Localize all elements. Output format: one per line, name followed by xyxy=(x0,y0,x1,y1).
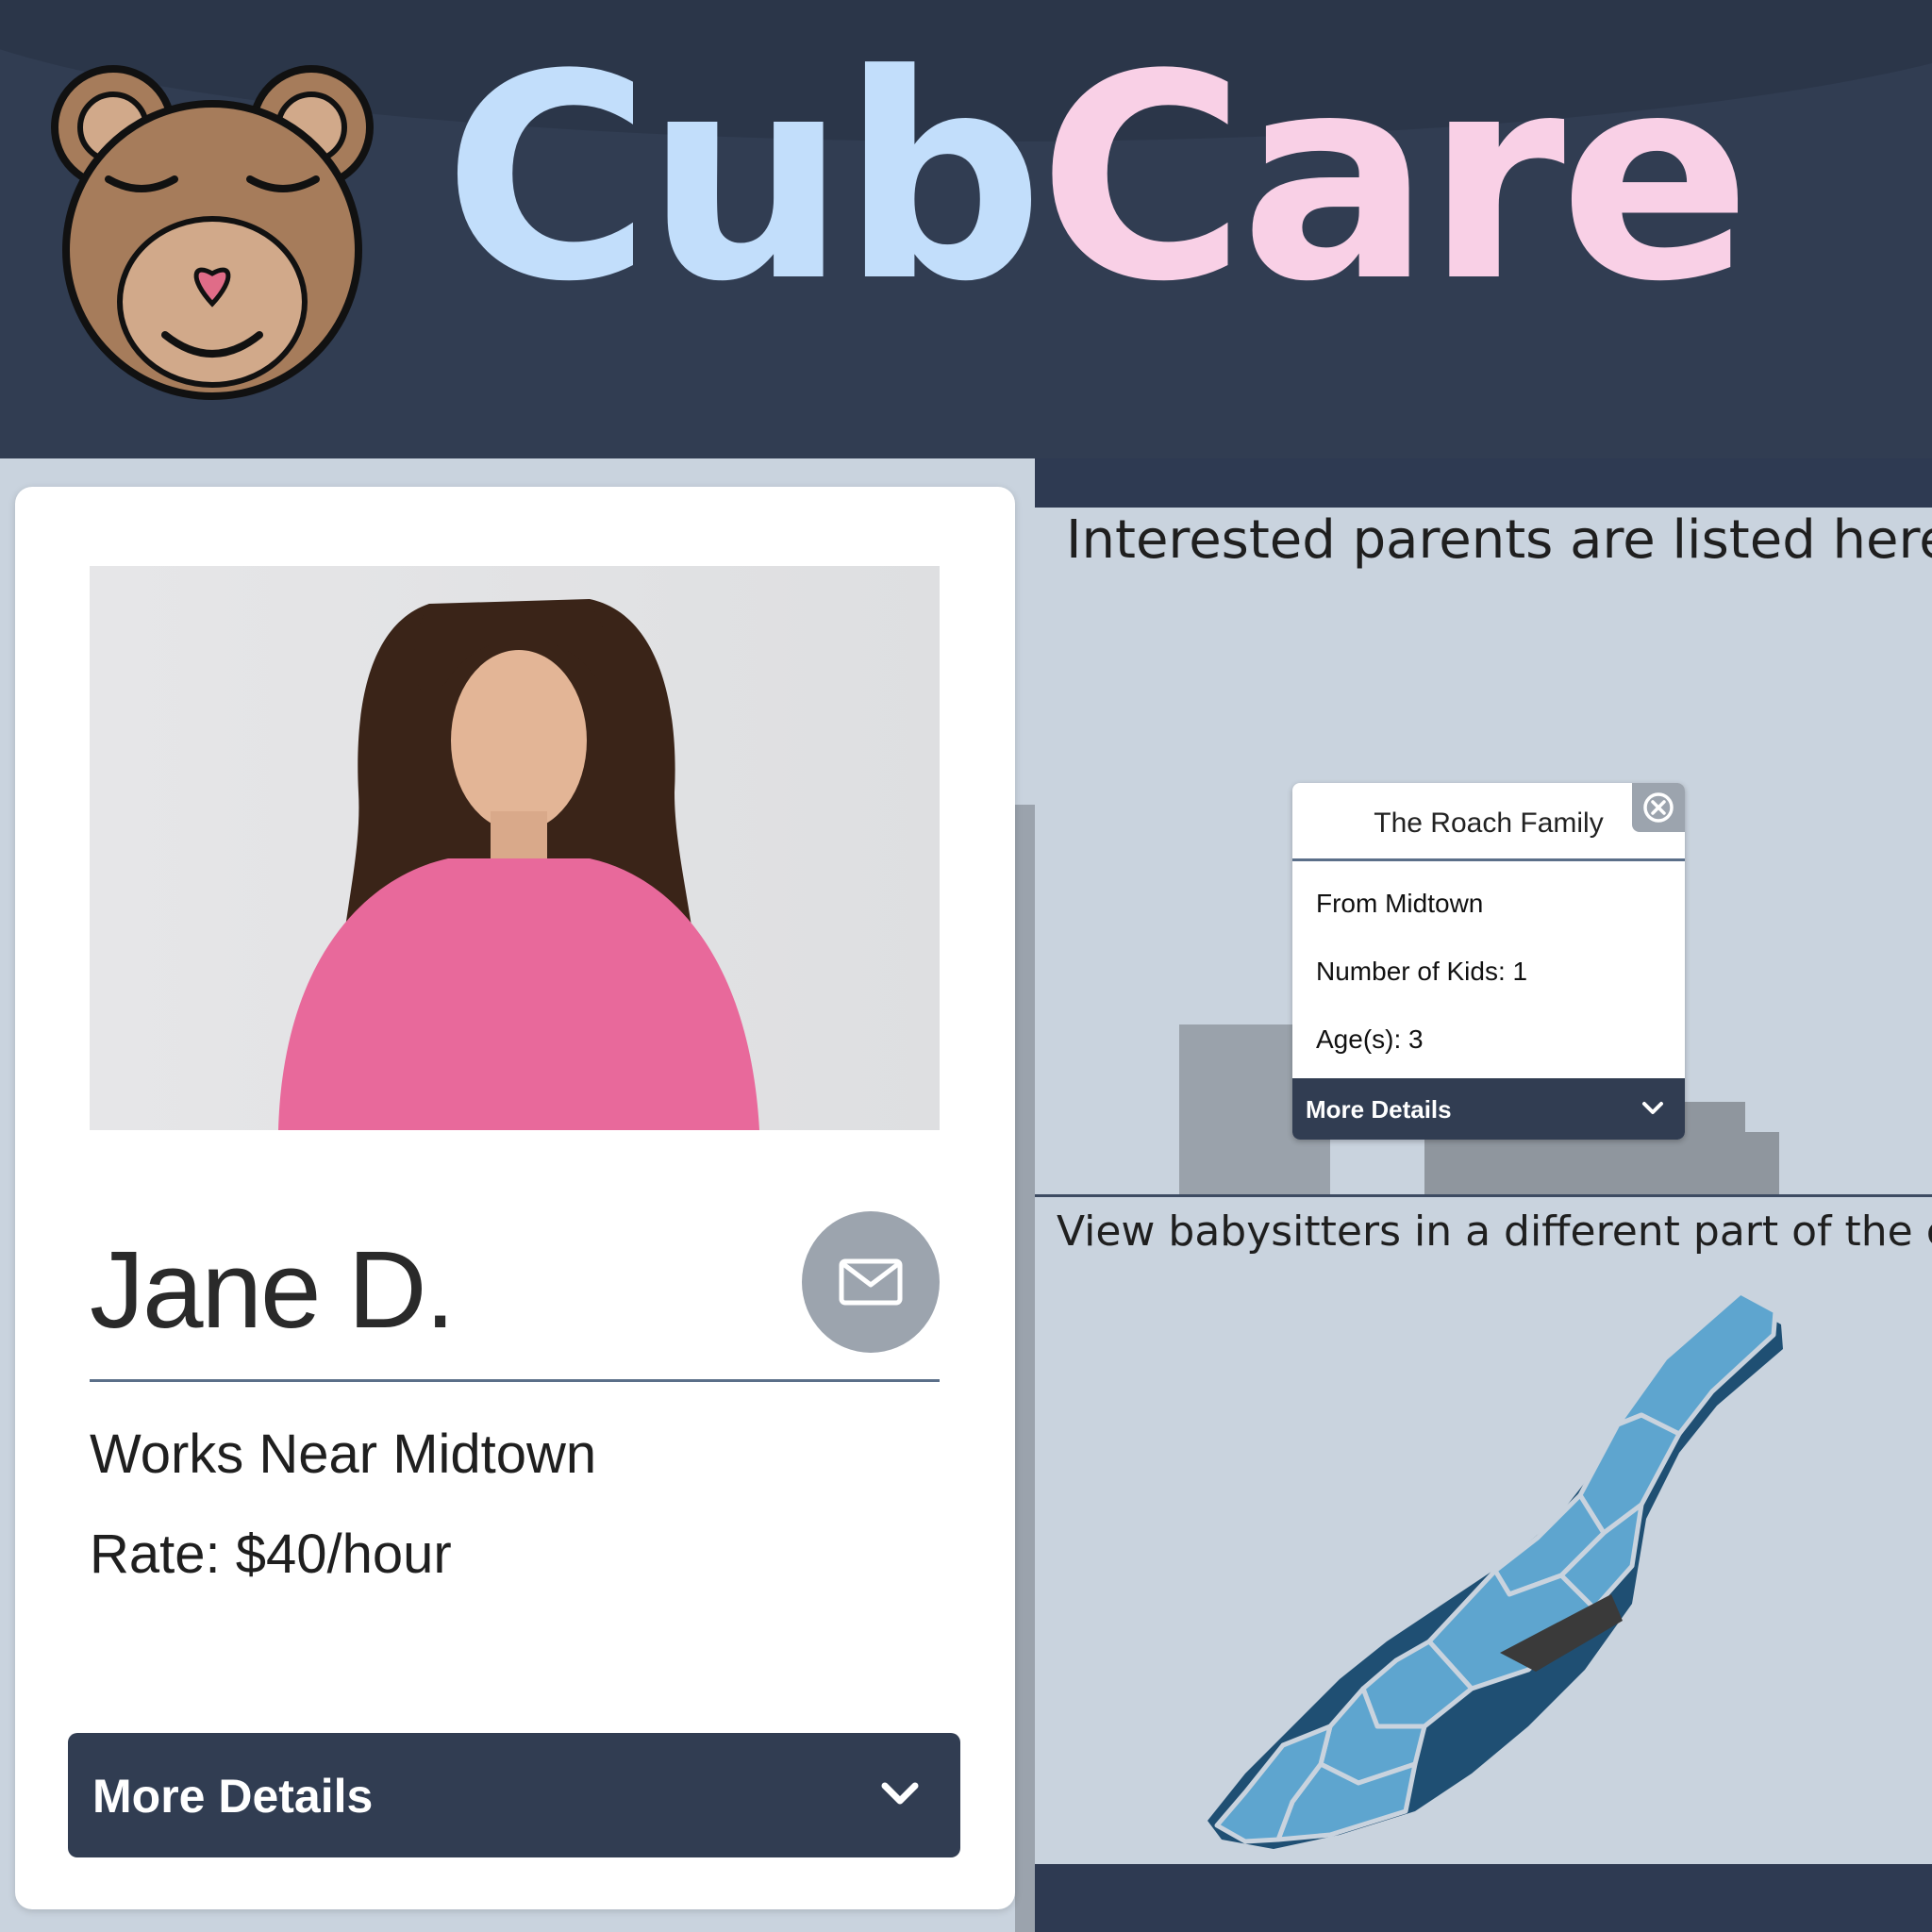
building-silhouette xyxy=(1679,1102,1745,1140)
parent-popup: The Roach Family From Midtown Number of … xyxy=(1292,783,1685,1140)
building-silhouette xyxy=(1424,1132,1779,1194)
manhattan-map[interactable] xyxy=(1189,1283,1792,1849)
more-details-label: More Details xyxy=(92,1770,374,1823)
popup-title: The Roach Family xyxy=(1374,808,1604,839)
bear-logo-icon xyxy=(51,65,374,400)
map-heading: View babysitters in a different part of … xyxy=(1057,1208,1932,1256)
brand-care: Care xyxy=(1038,14,1752,343)
sitter-location: Works Near Midtown xyxy=(90,1424,597,1485)
popup-divider xyxy=(1292,858,1685,861)
sitter-name: Jane D. xyxy=(90,1228,456,1351)
section-divider xyxy=(1035,1194,1932,1197)
person-portrait-icon xyxy=(278,599,759,1130)
popup-kids: Number of Kids: 1 xyxy=(1316,957,1528,986)
popup-more-details-label: More Details xyxy=(1306,1095,1452,1124)
brand-cub: Cub xyxy=(443,14,1043,343)
sitter-photo xyxy=(90,566,940,1130)
map-neighborhoods xyxy=(1214,1290,1778,1844)
chevron-down-icon xyxy=(1642,1102,1663,1114)
popup-close-button[interactable] xyxy=(1632,783,1685,832)
popup-more-details-button[interactable]: More Details xyxy=(1292,1078,1685,1140)
popup-from: From Midtown xyxy=(1316,889,1484,918)
sitter-more-details-button[interactable]: More Details xyxy=(68,1733,960,1857)
contact-button[interactable] xyxy=(802,1211,940,1353)
brand-logo-text: CubCare xyxy=(443,38,1752,321)
mail-icon xyxy=(839,1258,903,1306)
name-divider xyxy=(90,1379,940,1382)
site-header: CubCare xyxy=(0,0,1932,458)
chevron-down-icon xyxy=(881,1782,919,1805)
close-circle-icon xyxy=(1643,792,1674,823)
popup-ages: Age(s): 3 xyxy=(1316,1024,1424,1054)
parents-heading: Interested parents are listed here. xyxy=(1066,509,1932,571)
sitter-rate: Rate: $40/hour xyxy=(90,1524,452,1585)
